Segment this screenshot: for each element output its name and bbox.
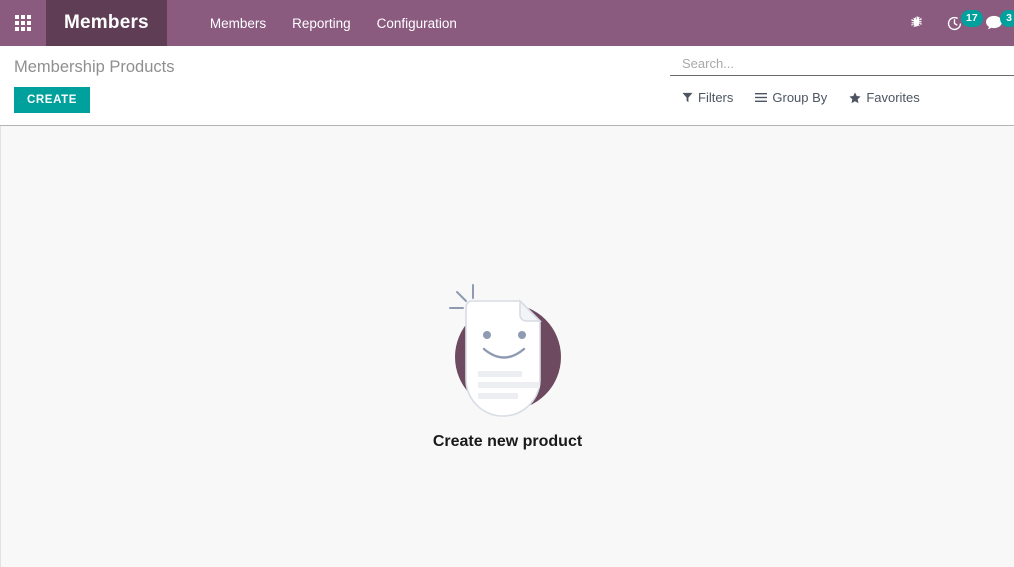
illustration-text-line: [477, 371, 522, 377]
filter-icon: [682, 92, 693, 103]
illustration-text-line: [477, 382, 540, 388]
navbar-systray: 17 3: [898, 0, 1014, 46]
illustration-eye-right: [517, 331, 526, 339]
favorites-label: Favorites: [866, 90, 920, 105]
favorites-dropdown[interactable]: Favorites: [849, 90, 920, 105]
search-input[interactable]: [682, 53, 1014, 74]
create-button[interactable]: CREATE: [14, 86, 91, 113]
star-icon: [849, 91, 861, 104]
apps-grid-icon: [15, 15, 31, 31]
nav-menu-configuration-label: Configuration: [376, 15, 457, 31]
navbar-menu-list: Members Reporting Configuration: [167, 0, 470, 46]
filters-label: Filters: [698, 90, 734, 105]
control-panel: Membership Products CREATE Filters: [0, 46, 1014, 126]
nav-menu-reporting[interactable]: Reporting: [279, 0, 364, 46]
breadcrumb: Membership Products: [14, 58, 670, 78]
top-navbar: Members Members Reporting Configuration: [0, 0, 1014, 46]
illustration-text-line: [477, 393, 518, 399]
search-bar[interactable]: [670, 52, 1014, 76]
search-tools: Filters Group By Favorites: [670, 90, 1014, 105]
debug-manager-button[interactable]: [898, 0, 935, 46]
nav-menu-reporting-label: Reporting: [292, 15, 351, 31]
bug-icon: [909, 15, 924, 31]
activity-menu-button[interactable]: 17: [935, 0, 983, 46]
control-panel-right: Filters Group By: [670, 46, 1014, 125]
illustration-folded-corner: [518, 299, 542, 322]
app-brand-members[interactable]: Members: [46, 0, 167, 46]
list-icon: [755, 92, 768, 103]
app-brand-label: Members: [64, 12, 149, 33]
main-content-area: Create new product: [0, 126, 1014, 567]
messaging-menu-button[interactable]: 3: [974, 0, 1014, 46]
smiling-document-illustration: [432, 281, 584, 421]
page-title: Membership Products: [14, 58, 175, 76]
filters-dropdown[interactable]: Filters: [682, 90, 733, 105]
odoo-app-window: Members Members Reporting Configuration: [0, 0, 1014, 567]
illustration-eye-left: [482, 331, 491, 339]
nav-menu-configuration[interactable]: Configuration: [364, 0, 470, 46]
empty-state[interactable]: Create new product: [432, 281, 584, 451]
apps-menu-button[interactable]: [0, 0, 46, 46]
control-panel-left: Membership Products CREATE: [0, 46, 670, 125]
empty-state-title: Create new product: [432, 433, 583, 450]
groupby-label: Group By: [772, 90, 828, 105]
nav-menu-members-label: Members: [209, 15, 267, 31]
nav-menu-members[interactable]: Members: [197, 0, 279, 46]
groupby-dropdown[interactable]: Group By: [755, 90, 827, 105]
messaging-count-badge: 3: [1000, 10, 1014, 27]
